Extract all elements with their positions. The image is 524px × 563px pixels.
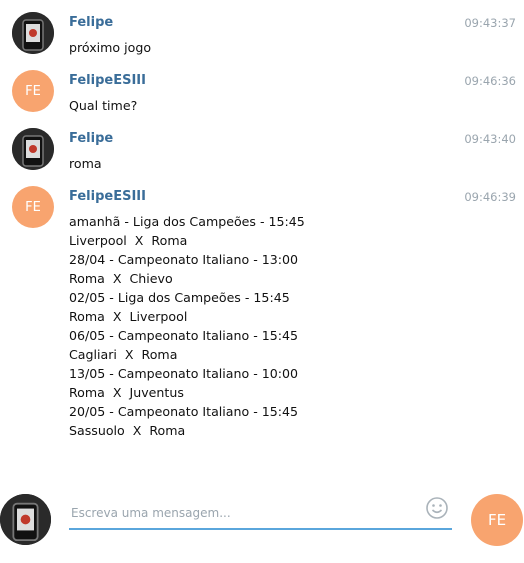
sender-name[interactable]: FelipeESIII xyxy=(69,189,146,204)
phone-photo-icon xyxy=(12,128,54,170)
message-text: 28/04 - Campeonato Italiano - 13:00 xyxy=(69,252,299,267)
recipient-avatar[interactable]: FE xyxy=(471,494,523,546)
phone-photo-icon xyxy=(0,494,51,545)
avatar[interactable]: FE xyxy=(12,186,54,228)
message-text: amanhã - Liga dos Campeões - 15:45 xyxy=(69,214,305,229)
message-item: FE FelipeESIII 09:46:36 Qual time? xyxy=(0,58,524,116)
avatar[interactable]: FE xyxy=(12,70,54,112)
message-text: Qual time? xyxy=(69,98,138,113)
message-body: roma xyxy=(69,154,102,173)
message-text: roma xyxy=(69,156,102,171)
message-text: 02/05 - Liga dos Campeões - 15:45 xyxy=(69,290,290,305)
sender-name[interactable]: FelipeESIII xyxy=(69,73,146,88)
message-item: Felipe 09:43:37 próximo jogo xyxy=(0,0,524,58)
message-body: próximo jogo xyxy=(69,38,151,57)
phone-photo-icon xyxy=(12,12,54,54)
message-item: Felipe 09:43:40 roma xyxy=(0,116,524,174)
timestamp: 09:43:40 xyxy=(464,132,516,146)
message-text: Roma X Liverpool xyxy=(69,309,188,324)
sender-name[interactable]: Felipe xyxy=(69,131,113,146)
smiley-icon[interactable] xyxy=(425,496,449,520)
timestamp: 09:43:37 xyxy=(464,16,516,30)
message-text: 13/05 - Campeonato Italiano - 10:00 xyxy=(69,366,299,381)
message-text: Liverpool X Roma xyxy=(69,233,188,248)
message-text: Cagliari X Roma xyxy=(69,347,178,362)
message-body: amanhã - Liga dos Campeões - 15:45 Liver… xyxy=(69,212,305,440)
message-text: 06/05 - Campeonato Italiano - 15:45 xyxy=(69,328,299,343)
message-composer: FE xyxy=(0,480,524,563)
message-text: Roma X Juventus xyxy=(69,385,184,400)
current-user-avatar[interactable] xyxy=(0,494,51,545)
message-text: Roma X Chievo xyxy=(69,271,173,286)
message-text: Sassuolo X Roma xyxy=(69,423,186,438)
avatar[interactable] xyxy=(12,12,54,54)
message-text: 20/05 - Campeonato Italiano - 15:45 xyxy=(69,404,299,419)
message-body: Qual time? xyxy=(69,96,137,115)
sender-name[interactable]: Felipe xyxy=(69,15,113,30)
timestamp: 09:46:39 xyxy=(464,190,516,204)
message-input[interactable] xyxy=(69,498,452,530)
message-text: próximo jogo xyxy=(69,40,152,55)
message-item: FE FelipeESIII 09:46:39 amanhã - Liga do… xyxy=(0,174,524,444)
timestamp: 09:46:36 xyxy=(464,74,516,88)
avatar[interactable] xyxy=(12,128,54,170)
